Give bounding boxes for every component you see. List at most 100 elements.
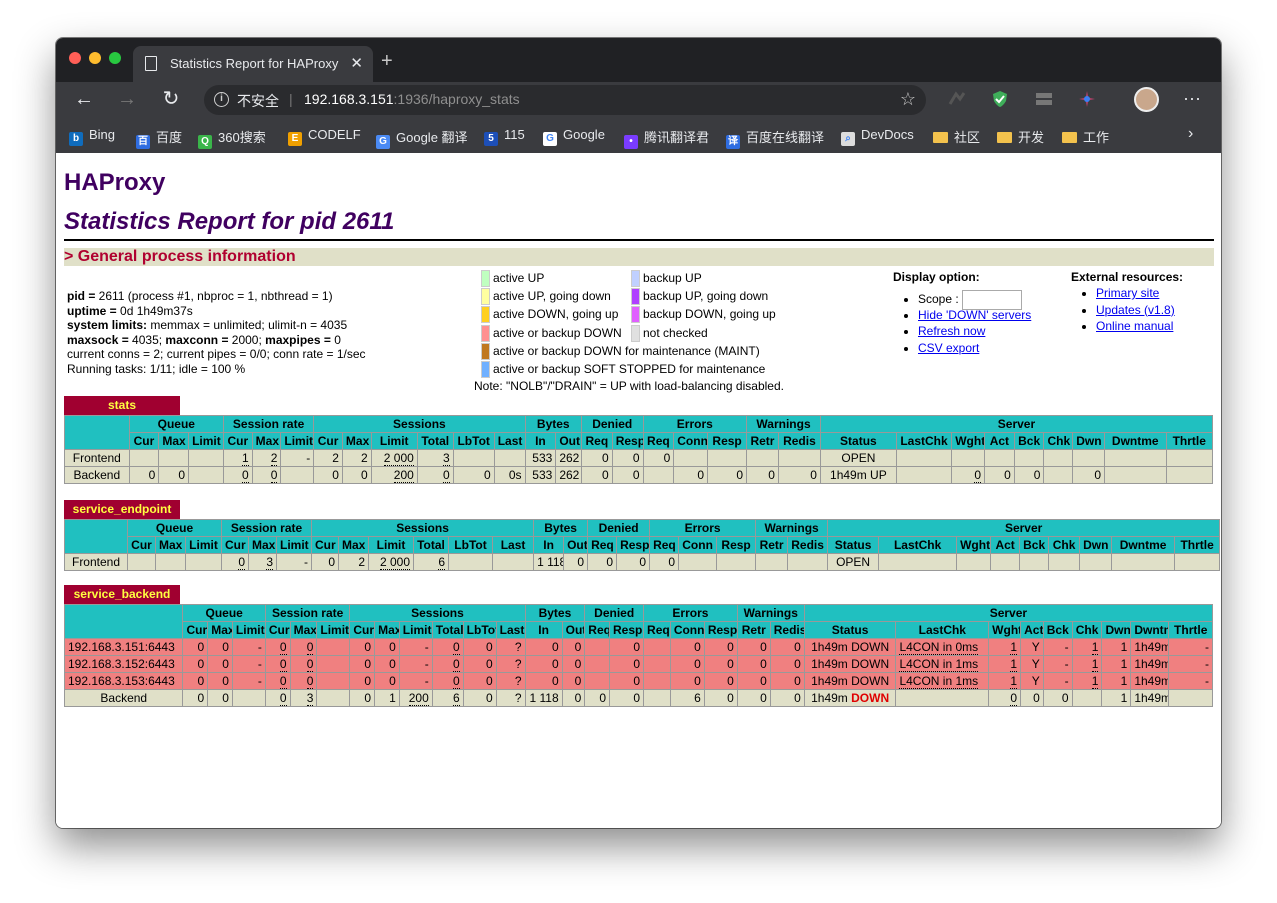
table-row[interactable]: 192.168.3.151:6443 0 0-0 0 0 0-0 0? 0 0 0 0 0 0 0 1h49… [63,638,1213,656]
cell: 0 [462,638,497,656]
sparkle-icon[interactable] [1078,90,1096,108]
updates-link[interactable]: Updates (v1.8) [1096,303,1175,317]
bookmark-1[interactable]: 百百度 [136,127,182,149]
column-header: Dwntme [1104,432,1167,450]
column-header: Out [561,621,586,639]
bookmark-10[interactable]: 社区 [933,127,980,146]
legend-label: active or backup SOFT STOPPED for mainte… [493,362,766,376]
new-tab-button[interactable]: + [381,50,393,73]
baidu-icon: 百 [136,135,150,149]
cell: 0 [561,689,586,707]
column-header: Wght [988,621,1022,639]
bookmark-3[interactable]: E CODELF [288,127,361,146]
group-header: Errors [643,604,738,622]
column-header: Chk [1071,621,1103,639]
column-header: Act [984,432,1015,450]
column-header: Max [248,536,277,554]
column-header: Max [341,432,372,450]
table-row[interactable]: Frontend 1 2-2 2 2 000 3 533 262 0 0 0 OPEN [64,449,1214,467]
layers-icon[interactable] [1035,90,1053,108]
proxy-name-service-backend[interactable]: service_backend [64,585,180,604]
table-row[interactable]: Backend 0 0 0 3 0 1 200 6 0? 1 118 0 0 0 6 0 0 0 1h49m DOW… [63,689,1213,707]
shield-icon[interactable] [991,90,1009,108]
avatar[interactable] [1134,87,1159,112]
minimize-window-button[interactable] [89,52,101,64]
bookmark-0[interactable]: b Bing [69,127,115,146]
reload-button[interactable]: ↻ [157,86,185,112]
cell: - [231,672,266,690]
bookmark-11[interactable]: 开发 [997,127,1044,146]
column-header: Last [495,621,526,639]
cell [231,689,266,707]
legend-label: active or backup DOWN for maintenance (M… [493,343,760,358]
cell [990,553,1021,571]
close-tab-icon[interactable]: ✕ [350,54,363,72]
table-row[interactable]: Frontend 0 3-0 2 2 000 6 1 118 0 0 0 0 OPEN [64,553,1221,571]
bookmark-7[interactable]: • 腾讯翻译君 [624,127,709,149]
star-icon[interactable]: ☆ [900,89,916,110]
cell: 1 [222,449,253,467]
cell: 0 [611,466,644,484]
cell: - [231,638,266,656]
bookmark-9[interactable]: ⌕ DevDocs [841,127,914,146]
bookmark-6[interactable]: G Google [543,127,605,146]
maximize-window-button[interactable] [109,52,121,64]
group-header: Denied [587,519,651,537]
primary-site-link[interactable]: Primary site [1096,286,1159,300]
bookmark-8[interactable]: 译百度在线翻译 [726,127,824,149]
column-header: Limit [185,536,222,554]
address-bar[interactable]: i 不安全 | 192.168.3.151:1936/haproxy_stats… [204,85,926,115]
chevron-right-icon[interactable]: › [1188,125,1193,143]
cell [1104,466,1167,484]
cell: 0 [222,466,253,484]
cell: - [398,672,433,690]
column-header: Resp [611,432,644,450]
cell [584,638,611,656]
column-header: Dwntme [1111,536,1176,554]
refresh-now-link[interactable]: Refresh now [918,324,985,338]
extension-icon[interactable] [948,90,966,108]
info-icon[interactable]: i [214,92,229,107]
cell: 0 [669,638,705,656]
proxy-name-service-endpoint[interactable]: service_endpoint [64,500,180,519]
proxy-name-stats[interactable]: stats [64,396,180,415]
haproxy-stats-page: HAProxy Statistics Report for pid 2611 >… [56,153,1221,828]
table-row[interactable]: Backend 0 0 0 0 0 0 200 0 0 0s 533 262 0 0 0 0 0 0 1h49m UP… [64,466,1214,484]
bookmark-label: DevDocs [861,127,914,142]
process-info-line: maxsock = 4035; maxconn = 2000; maxpipes… [67,332,341,347]
bookmark-12[interactable]: 工作 [1062,127,1109,146]
row-label: Backend [64,466,130,484]
cell [1013,449,1045,467]
cell [1019,553,1050,571]
group-header: Queue [127,519,222,537]
more-menu-icon[interactable]: ··· [1183,88,1201,109]
forward-button[interactable]: → [113,86,141,112]
cell: 262 [555,466,582,484]
bookmark-5[interactable]: 5 115 [484,127,525,146]
bookmark-2[interactable]: Q 360搜索 [198,127,266,149]
bookmark-4[interactable]: G Google 翻译 [376,127,468,149]
column-header: Limit [231,621,266,639]
group-header: Denied [584,604,645,622]
cell: 0 [988,689,1022,707]
table-row[interactable]: 192.168.3.152:6443 0 0-0 0 0 0-0 0? 0 0 0 0 0 0 0 1h49… [63,655,1213,673]
process-info-line: system limits: memmax = unlimited; ulimi… [67,318,348,332]
column-header: Limit [398,621,433,639]
online-manual-link[interactable]: Online manual [1096,319,1173,333]
cell: 0 [703,655,738,673]
csv-export-link[interactable]: CSV export [918,341,979,355]
cell: 0 [524,638,563,656]
table-row[interactable]: 192.168.3.153:6443 0 0-0 0 0 0-0 0? 0 0 0 0 0 0 0 1h49… [63,672,1213,690]
browser-tab[interactable]: Statistics Report for HAProxy ✕ [133,46,373,82]
group-header: Denied [580,415,644,433]
column-header: Max [207,621,233,639]
cell: 6 [413,553,449,571]
column-header: Max [158,432,190,450]
close-window-button[interactable] [69,52,81,64]
hide-down-servers-link[interactable]: Hide 'DOWN' servers [918,308,1031,322]
column-header: Cur [264,621,291,639]
cell: 0 [128,466,160,484]
column-header: Dwn [1072,432,1105,450]
back-button[interactable]: ← [70,86,98,112]
cell [707,449,748,467]
